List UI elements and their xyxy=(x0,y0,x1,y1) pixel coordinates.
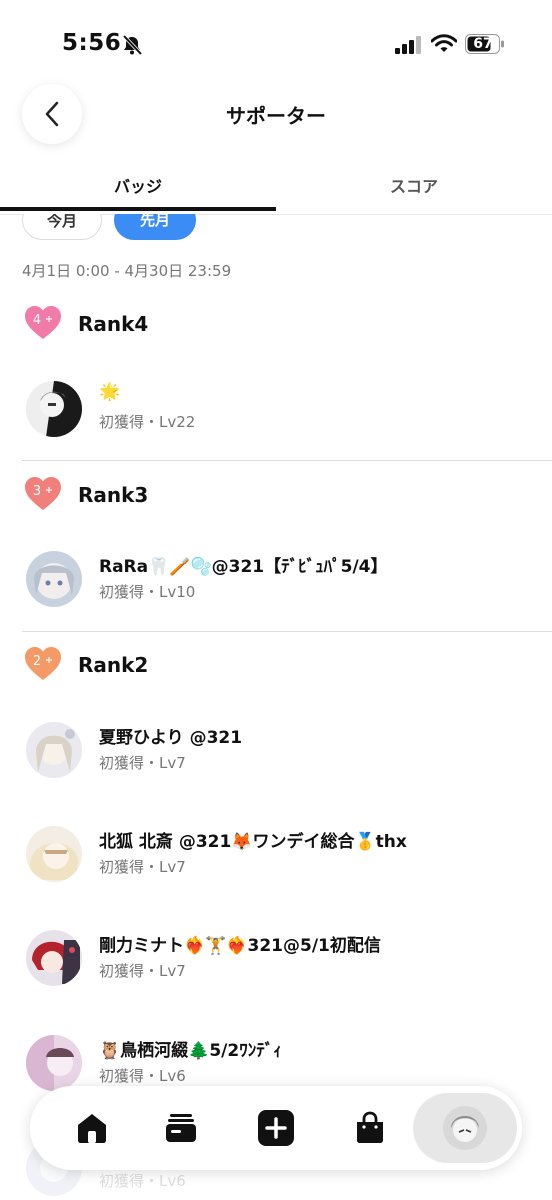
list-item[interactable]: RaRa🦷🪥🫧@321【ﾃﾞﾋﾞｭﾊﾟ5/4】 初獲得・Lv10 xyxy=(26,551,546,611)
last-month-chip[interactable]: 先月 xyxy=(114,214,196,240)
nav-shop[interactable] xyxy=(346,1104,394,1152)
user-meta: 初獲得・Lv22 xyxy=(99,413,196,431)
user-meta: 初獲得・Lv7 xyxy=(99,754,186,772)
bottom-nav xyxy=(30,1086,522,1170)
avatar xyxy=(26,930,82,986)
list-item[interactable]: 夏野ひより @321 初獲得・Lv7 xyxy=(26,722,546,782)
wifi-icon xyxy=(431,34,457,52)
user-name: 北狐 北斎 @321🦊ワンデイ総合🥇thx xyxy=(99,832,407,852)
signal-icon xyxy=(395,36,421,54)
user-meta: 初獲得・Lv10 xyxy=(99,583,196,601)
battery-level: 67 xyxy=(473,36,493,52)
list-item[interactable]: 🌟 初獲得・Lv22 xyxy=(26,381,546,441)
active-tab-indicator xyxy=(0,207,276,211)
rank-label: Rank3 xyxy=(78,483,149,507)
bag-icon xyxy=(357,1111,383,1143)
user-meta: 初獲得・Lv7 xyxy=(99,858,186,876)
nav-create[interactable] xyxy=(252,1104,300,1152)
user-meta: 初獲得・Lv6 xyxy=(99,1067,186,1085)
bell-slash-icon xyxy=(122,35,143,55)
tab-badge[interactable]: バッジ xyxy=(0,168,276,212)
this-month-chip[interactable]: 今月 xyxy=(22,214,102,240)
tab-score[interactable]: スコア xyxy=(276,168,552,212)
avatar xyxy=(26,551,82,607)
profile-avatar xyxy=(443,1106,487,1150)
user-name: 剛力ミナト❤️‍🔥🏋️❤️‍🔥321@5/1初配信 xyxy=(99,936,381,956)
cards-icon xyxy=(166,1114,196,1142)
rank-number: 2 xyxy=(33,654,41,669)
divider xyxy=(22,460,552,461)
user-meta: 初獲得・Lv6 xyxy=(99,1172,186,1190)
status-bar: 5:56 67 xyxy=(0,0,552,80)
rank-label: Rank4 xyxy=(78,312,149,336)
page-title: サポーター xyxy=(226,104,326,128)
rank-label: Rank2 xyxy=(78,653,149,677)
tab-bar: バッジ スコア xyxy=(0,168,552,215)
avatar xyxy=(26,722,82,778)
rank-number: 4 xyxy=(33,313,41,328)
avatar xyxy=(26,381,82,437)
nav-profile[interactable] xyxy=(443,1106,487,1150)
user-meta: 初獲得・Lv7 xyxy=(99,962,186,980)
status-time: 5:56 xyxy=(62,30,122,56)
list-item[interactable]: 剛力ミナト❤️‍🔥🏋️❤️‍🔥321@5/1初配信 初獲得・Lv7 xyxy=(26,930,546,990)
user-name: 🦉鳥栖河綴🌲5/2ﾜﾝﾃﾞｨ xyxy=(99,1041,282,1061)
divider xyxy=(22,631,552,632)
nav-cards[interactable] xyxy=(157,1104,205,1152)
plus-icon xyxy=(258,1110,294,1146)
avatar xyxy=(26,826,82,882)
heart-badge-icon: 2 xyxy=(25,647,61,680)
rank-number: 3 xyxy=(33,484,41,499)
month-filter: 今月 先月 xyxy=(0,214,552,244)
heart-badge-icon: 4 xyxy=(25,306,61,339)
user-name: 🌟 xyxy=(99,382,121,402)
user-name: 夏野ひより @321 xyxy=(99,728,243,748)
list-item[interactable]: 北狐 北斎 @321🦊ワンデイ総合🥇thx 初獲得・Lv7 xyxy=(26,826,546,886)
nav-home[interactable] xyxy=(68,1104,116,1152)
user-name: RaRa🦷🪥🫧@321【ﾃﾞﾋﾞｭﾊﾟ5/4】 xyxy=(99,557,388,577)
home-icon xyxy=(78,1114,106,1143)
avatar xyxy=(26,1035,82,1091)
heart-badge-icon: 3 xyxy=(25,477,61,510)
date-range: 4月1日 0:00 - 4月30日 23:59 xyxy=(22,262,232,280)
